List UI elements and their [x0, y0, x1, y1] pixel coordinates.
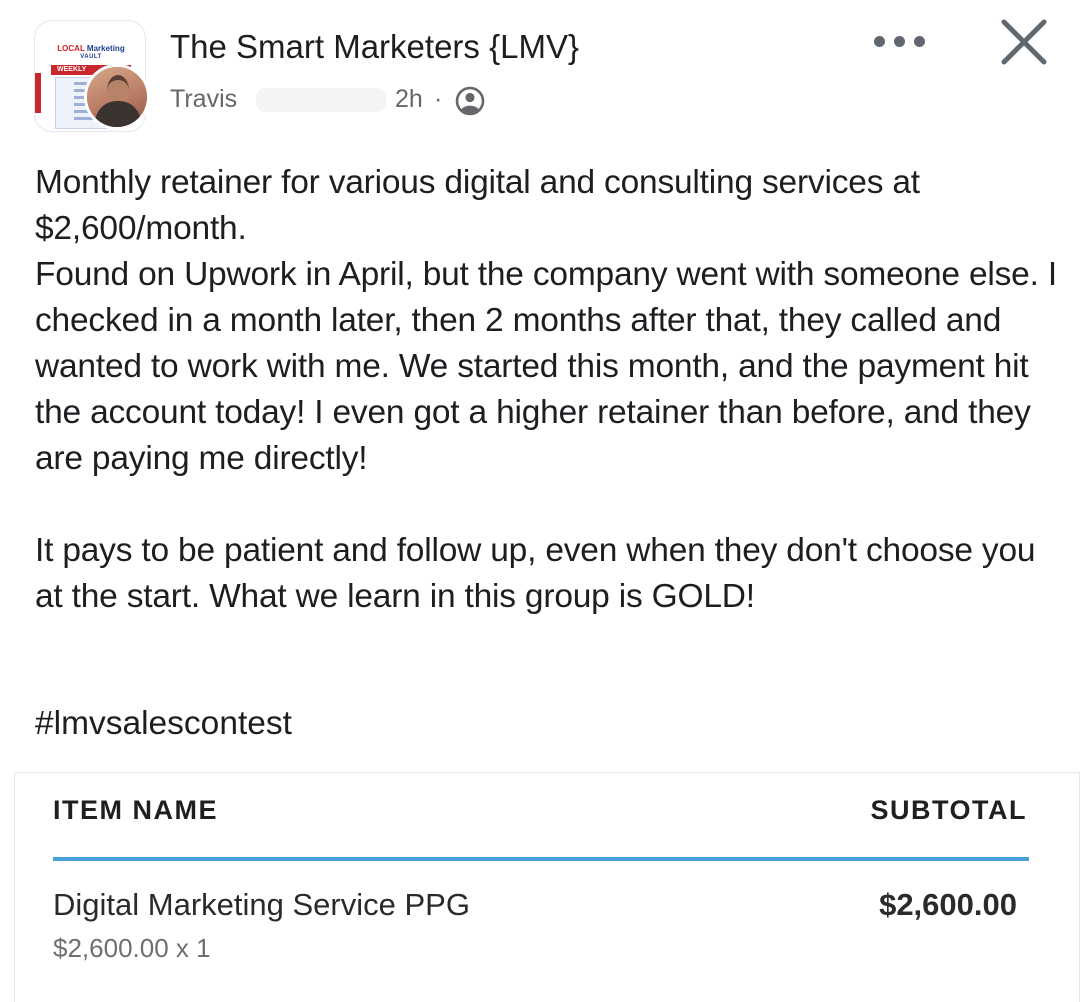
post-body: Monthly retainer for various digital and…: [35, 160, 1070, 620]
invoice-attachment[interactable]: ITEM NAME SUBTOTAL Digital Marketing Ser…: [14, 772, 1080, 1002]
invoice-col-item: ITEM NAME: [53, 795, 218, 825]
invoice-col-subtotal: SUBTOTAL: [870, 795, 1027, 825]
redacted-name: [256, 88, 386, 112]
group-avatar-accent: [35, 73, 41, 113]
author-name[interactable]: Travis: [170, 82, 237, 116]
invoice-item-name: Digital Marketing Service PPG: [53, 887, 470, 922]
group-logo: LOCAL Marketing VAULT: [57, 44, 125, 61]
post-paragraph: It pays to be patient and follow up, eve…: [35, 532, 1036, 615]
invoice-divider: [53, 857, 1029, 861]
invoice-item-subtotal: $2,600.00: [879, 887, 1017, 922]
close-icon[interactable]: [996, 14, 1052, 70]
post-header: LOCAL Marketing VAULT WEEKLY The Smart M…: [0, 0, 1080, 150]
more-options-button[interactable]: [868, 26, 932, 56]
invoice-item-quantity: $2,600.00 x 1: [53, 933, 211, 963]
group-name[interactable]: The Smart Marketers {LMV}: [170, 26, 579, 68]
hashtag-link[interactable]: #lmvsalescontest: [35, 701, 292, 747]
meta-separator: ·: [434, 85, 443, 113]
post-paragraph: Monthly retainer for various digital and…: [35, 164, 1057, 477]
author-avatar[interactable]: [84, 64, 150, 130]
post-time[interactable]: 2h: [395, 82, 423, 116]
members-icon[interactable]: [454, 85, 486, 117]
